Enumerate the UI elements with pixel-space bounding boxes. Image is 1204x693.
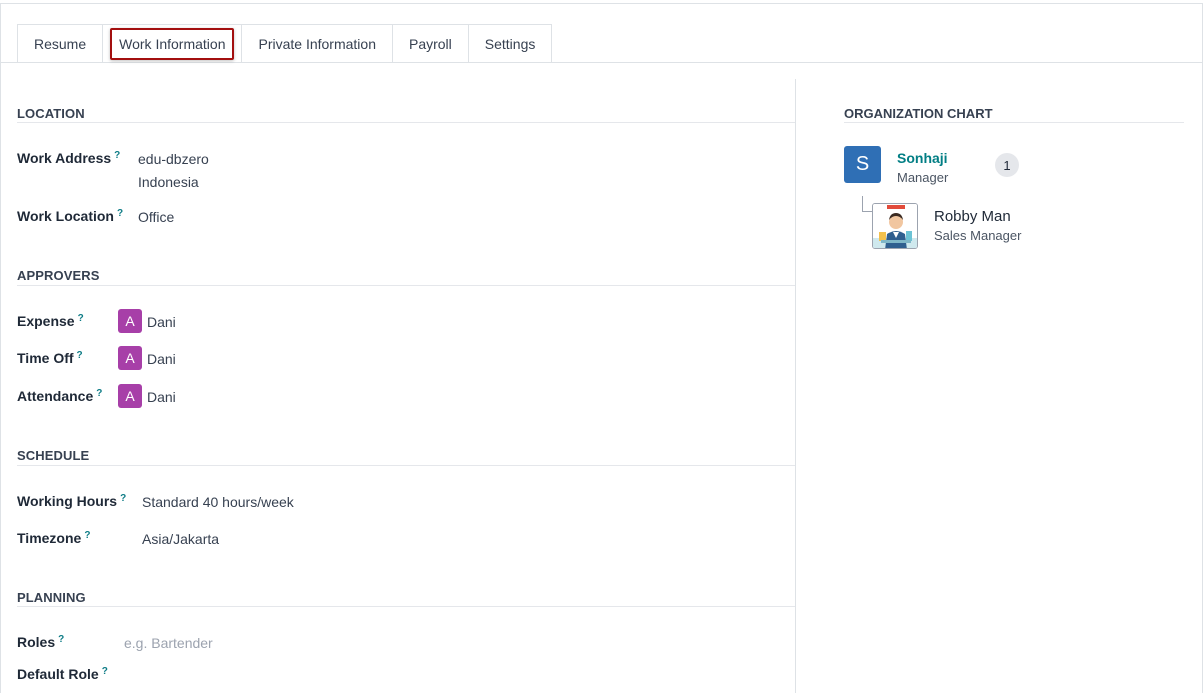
tab-payroll[interactable]: Payroll: [391, 24, 469, 63]
expense-approver-field[interactable]: Dani: [147, 314, 176, 330]
section-divider: [17, 465, 795, 466]
time-off-approver-label: Time Off?: [17, 350, 83, 366]
employee-avatar-illustration: [873, 204, 917, 248]
employee-photo: [872, 203, 918, 249]
tab-settings[interactable]: Settings: [467, 24, 553, 63]
section-divider: [17, 285, 795, 286]
work-location-field[interactable]: Office: [138, 209, 174, 225]
help-tooltip-icon[interactable]: ?: [96, 388, 102, 399]
label-text: Default Role: [17, 666, 99, 682]
user-avatar: A: [118, 346, 142, 370]
work-address-line2: Indonesia: [138, 174, 199, 190]
work-location-label: Work Location?: [17, 208, 123, 224]
subordinate-count-badge[interactable]: 1: [995, 153, 1019, 177]
help-tooltip-icon[interactable]: ?: [58, 634, 64, 645]
manager-name-link[interactable]: Sonhaji: [897, 150, 948, 166]
user-avatar: A: [118, 384, 142, 408]
section-title-planning: PLANNING: [17, 590, 86, 605]
employee-name[interactable]: Robby Man: [934, 208, 1011, 225]
org-chart-title: ORGANIZATION CHART: [844, 106, 993, 121]
working-hours-label: Working Hours?: [17, 493, 126, 509]
tab-private-information[interactable]: Private Information: [241, 24, 393, 63]
help-tooltip-icon[interactable]: ?: [78, 313, 84, 324]
section-title-schedule: SCHEDULE: [17, 448, 90, 463]
label-text: Timezone: [17, 530, 82, 546]
help-tooltip-icon[interactable]: ?: [77, 350, 83, 361]
org-tree-connector: [862, 196, 872, 212]
tab-resume[interactable]: Resume: [17, 24, 104, 63]
help-tooltip-icon[interactable]: ?: [114, 150, 120, 161]
form-sheet: [0, 3, 1203, 693]
work-address-line1[interactable]: edu-dbzero: [138, 151, 209, 167]
label-text: Attendance: [17, 388, 94, 404]
section-divider: [17, 122, 795, 123]
work-address-label: Work Address?: [17, 150, 120, 166]
tab-label: Private Information: [258, 36, 376, 52]
roles-input[interactable]: e.g. Bartender: [124, 635, 213, 651]
notebook-tabs: Resume Work Information Private Informat…: [17, 24, 553, 63]
section-title-location: LOCATION: [17, 106, 85, 121]
help-tooltip-icon[interactable]: ?: [120, 493, 126, 504]
timezone-field[interactable]: Asia/Jakarta: [142, 531, 219, 547]
expense-approver-label: Expense?: [17, 313, 84, 329]
label-text: Expense: [17, 313, 75, 329]
label-text: Time Off: [17, 350, 74, 366]
help-tooltip-icon[interactable]: ?: [84, 530, 90, 541]
section-divider: [17, 606, 795, 607]
working-hours-field[interactable]: Standard 40 hours/week: [142, 494, 294, 510]
help-tooltip-icon[interactable]: ?: [102, 666, 108, 677]
manager-avatar[interactable]: S: [844, 146, 881, 183]
tab-label: Work Information: [119, 36, 226, 52]
attendance-approver-label: Attendance?: [17, 388, 102, 404]
section-divider: [844, 122, 1184, 123]
label-text: Work Address: [17, 150, 112, 166]
user-avatar: A: [118, 309, 142, 333]
tab-label: Settings: [484, 36, 536, 52]
tabs-divider: [0, 62, 1203, 63]
default-role-label: Default Role?: [17, 666, 108, 682]
tab-label: Payroll: [408, 36, 452, 52]
employee-role: Sales Manager: [934, 228, 1022, 243]
label-text: Work Location: [17, 208, 114, 224]
roles-label: Roles?: [17, 634, 64, 650]
tab-label: Resume: [34, 36, 87, 52]
section-title-approvers: APPROVERS: [17, 268, 100, 283]
column-divider: [795, 79, 796, 693]
manager-role: Manager: [897, 170, 949, 185]
label-text: Working Hours: [17, 493, 118, 509]
time-off-approver-field[interactable]: Dani: [147, 351, 176, 367]
timezone-label: Timezone?: [17, 530, 90, 546]
label-text: Roles: [17, 634, 56, 650]
tab-work-information[interactable]: Work Information: [102, 24, 243, 63]
help-tooltip-icon[interactable]: ?: [117, 208, 123, 219]
attendance-approver-field[interactable]: Dani: [147, 389, 176, 405]
